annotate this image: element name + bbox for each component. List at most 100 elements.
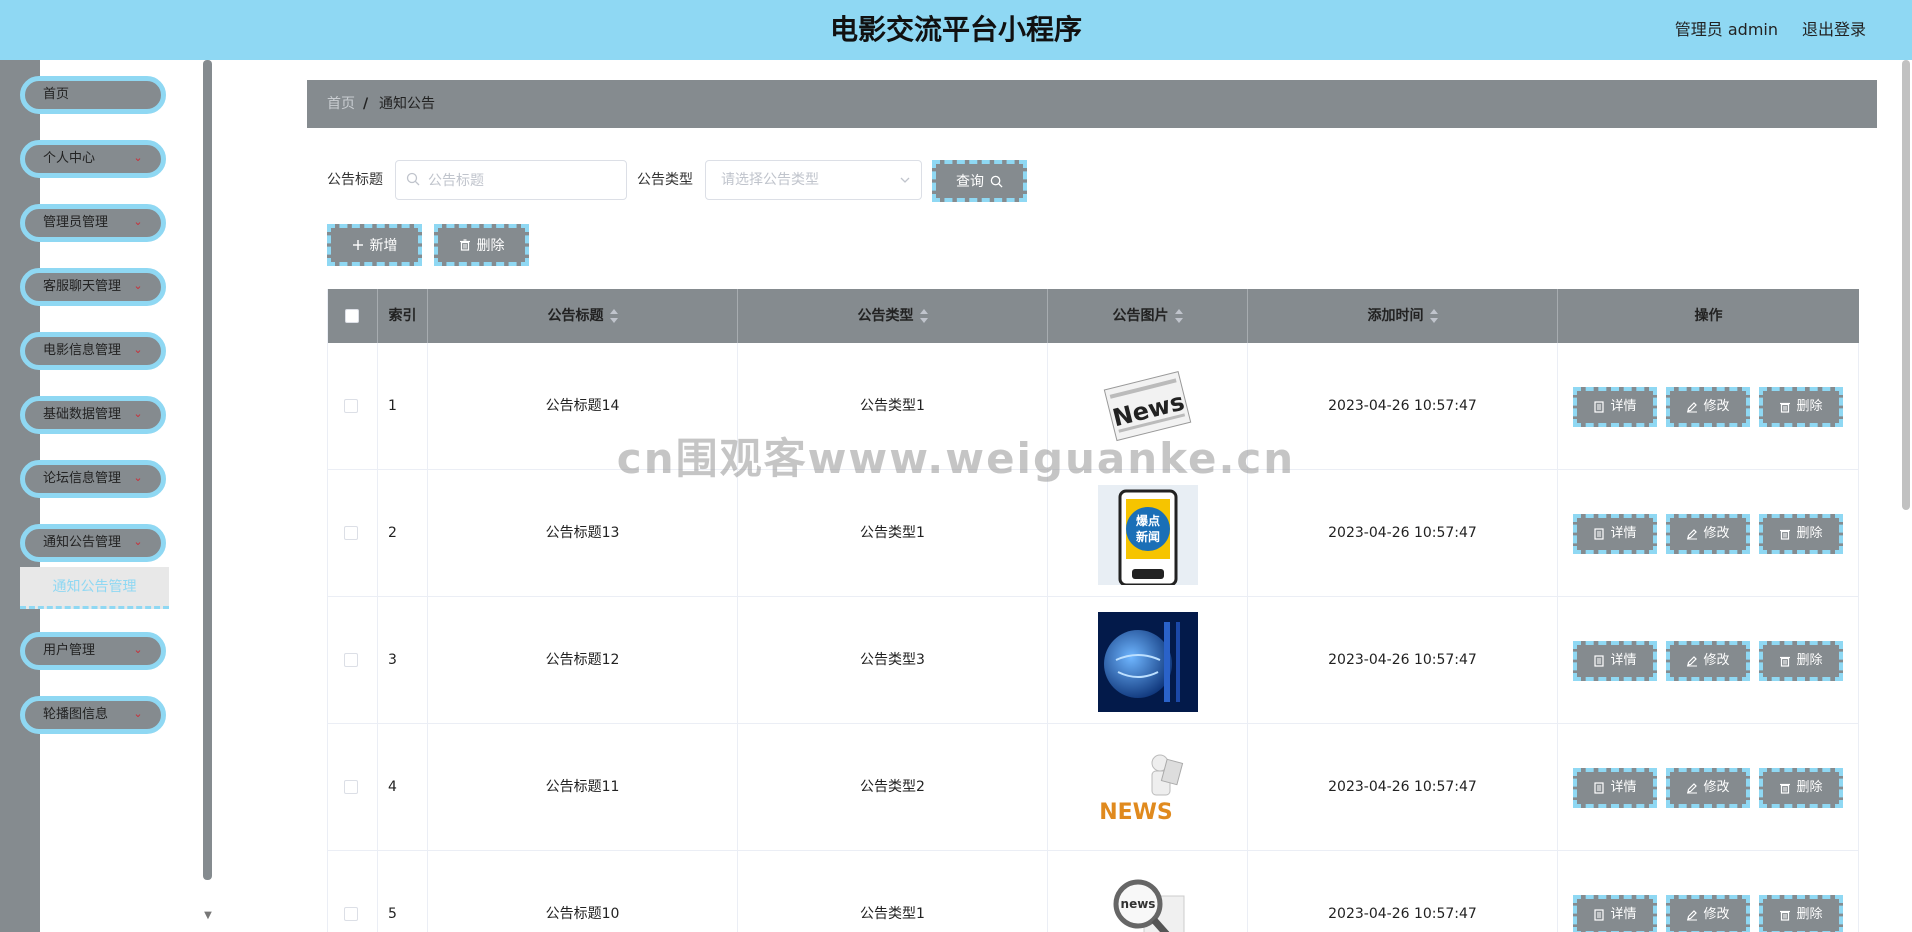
- edit-button[interactable]: 修改: [1666, 641, 1750, 681]
- detail-button[interactable]: 详情: [1573, 641, 1657, 681]
- logout-link[interactable]: 退出登录: [1802, 0, 1866, 60]
- document-icon: [1594, 909, 1605, 921]
- row-checkbox[interactable]: [344, 780, 358, 794]
- chevron-down-icon: ⌄: [133, 279, 143, 292]
- column-image[interactable]: 公告图片: [1048, 289, 1248, 343]
- news-figure-image[interactable]: NEWS: [1098, 739, 1198, 839]
- edit-button[interactable]: 修改: [1666, 387, 1750, 427]
- row-select-cell: [328, 470, 378, 596]
- title-search-input[interactable]: [426, 161, 620, 201]
- svg-text:爆点: 爆点: [1136, 513, 1160, 528]
- chevron-down-icon: ⌄: [133, 343, 143, 356]
- column-actions-label: 操作: [1694, 308, 1723, 324]
- svg-text:新闻: 新闻: [1136, 529, 1160, 544]
- title-search-field[interactable]: [395, 160, 627, 201]
- sidebar-item-label: 轮播图信息: [43, 707, 109, 722]
- edit-icon: [1687, 783, 1698, 794]
- detail-button[interactable]: 详情: [1573, 768, 1657, 808]
- delete-button[interactable]: 删除: [1759, 387, 1843, 427]
- document-icon: [1594, 528, 1605, 540]
- delete-button-label: 删除: [1796, 653, 1823, 668]
- delete-button[interactable]: 删除: [1759, 641, 1843, 681]
- column-actions: 操作: [1558, 289, 1859, 343]
- row-type: 公告类型1: [738, 470, 1048, 596]
- delete-button[interactable]: 删除: [1759, 768, 1843, 808]
- detail-button[interactable]: 详情: [1573, 387, 1657, 427]
- notice-table: 索引 公告标题 公告类型 公告图片 添加时间 操作 1 公告标题14 公告类型1…: [327, 289, 1859, 932]
- row-checkbox[interactable]: [344, 399, 358, 413]
- column-title[interactable]: 公告标题: [428, 289, 738, 343]
- edit-button-label: 修改: [1703, 526, 1730, 541]
- row-checkbox[interactable]: [344, 526, 358, 540]
- row-actions-group: 详情 修改 删除: [1558, 597, 1858, 723]
- row-title: 公告标题13: [428, 470, 738, 596]
- sort-icon[interactable]: [1174, 309, 1183, 323]
- detail-button-label: 详情: [1610, 653, 1637, 668]
- row-actions-group: 详情 修改 删除: [1558, 470, 1858, 596]
- edit-button[interactable]: 修改: [1666, 514, 1750, 554]
- breaking-news-phone-image[interactable]: 爆点 新闻: [1098, 485, 1198, 587]
- trash-icon: [1780, 910, 1791, 921]
- edit-icon: [1687, 656, 1698, 667]
- top-bar: 电影交流平台小程序 管理员 admin 退出登录: [0, 0, 1912, 60]
- query-button[interactable]: 查询: [932, 160, 1027, 202]
- row-checkbox[interactable]: [344, 907, 358, 921]
- delete-button[interactable]: 删除: [1759, 514, 1843, 554]
- detail-button[interactable]: 详情: [1573, 514, 1657, 554]
- sidebar-item-admin-management[interactable]: 管理员管理 ⌄: [20, 204, 166, 242]
- row-actions: 详情 修改 删除: [1558, 851, 1859, 932]
- sidebar-item-user-management[interactable]: 用户管理 ⌄: [20, 632, 166, 670]
- delete-button-label: 删除: [1796, 780, 1823, 795]
- sidebar-item-movie-info[interactable]: 电影信息管理 ⌄: [20, 332, 166, 370]
- globe-news-image[interactable]: [1098, 612, 1198, 712]
- trash-icon: [459, 239, 470, 251]
- column-time[interactable]: 添加时间: [1248, 289, 1558, 343]
- sort-icon[interactable]: [609, 309, 618, 323]
- search-icon: [406, 172, 420, 186]
- row-checkbox[interactable]: [344, 653, 358, 667]
- delete-button[interactable]: 删除: [1759, 895, 1843, 932]
- search-icon: [990, 175, 1003, 188]
- batch-delete-button[interactable]: 删除: [434, 224, 529, 266]
- row-type: 公告类型2: [738, 724, 1048, 850]
- row-index: 2: [378, 470, 428, 596]
- row-image-cell: NEWS: [1048, 724, 1248, 850]
- select-all-checkbox[interactable]: [345, 309, 359, 323]
- sidebar-item-carousel[interactable]: 轮播图信息 ⌄: [20, 696, 166, 734]
- edit-button[interactable]: 修改: [1666, 895, 1750, 932]
- row-actions: 详情 修改 删除: [1558, 724, 1859, 850]
- chevron-down-icon: ⌄: [133, 215, 143, 228]
- sort-icon[interactable]: [1429, 309, 1438, 323]
- column-type[interactable]: 公告类型: [738, 289, 1048, 343]
- type-select[interactable]: 请选择公告类型: [705, 160, 922, 200]
- detail-button[interactable]: 详情: [1573, 895, 1657, 932]
- table-row: 2 公告标题13 公告类型1 爆点 新闻 2023-04-26 10:57:47 …: [328, 470, 1859, 597]
- edit-button-label: 修改: [1703, 907, 1730, 922]
- document-icon: [1594, 782, 1605, 794]
- edit-icon: [1687, 402, 1698, 413]
- row-type: 公告类型1: [738, 851, 1048, 932]
- sort-icon[interactable]: [919, 309, 928, 323]
- add-button[interactable]: 新增: [327, 224, 422, 266]
- sidebar-item-personal-center[interactable]: 个人中心 ⌄: [20, 140, 166, 178]
- table-row: 5 公告标题10 公告类型1 news 2023-04-26 10:57:47 …: [328, 851, 1859, 932]
- sidebar-item-home[interactable]: 首页: [20, 76, 166, 114]
- magnifier-news-image[interactable]: news: [1098, 866, 1198, 932]
- plus-icon: [352, 240, 363, 250]
- row-title: 公告标题12: [428, 597, 738, 723]
- row-index: 5: [378, 851, 428, 932]
- edit-button-label: 修改: [1703, 653, 1730, 668]
- edit-button[interactable]: 修改: [1666, 768, 1750, 808]
- trash-icon: [1780, 529, 1791, 540]
- column-time-label: 添加时间: [1367, 308, 1424, 324]
- edit-button-label: 修改: [1703, 780, 1730, 795]
- sidebar-item-label: 电影信息管理: [43, 343, 122, 358]
- scroll-down-arrow-icon[interactable]: ▼: [202, 910, 214, 922]
- sidebar-subitem-notice-management[interactable]: 通知公告管理: [20, 567, 169, 609]
- row-select-cell: [328, 851, 378, 932]
- sidebar-item-customer-chat[interactable]: 客服聊天管理 ⌄: [20, 268, 166, 306]
- type-select-placeholder: 请选择公告类型: [721, 172, 819, 188]
- breadcrumb-home[interactable]: 首页: [327, 80, 355, 128]
- sidebar-item-notice-management[interactable]: 通知公告管理 ⌄: [20, 524, 166, 562]
- column-image-label: 公告图片: [1112, 308, 1169, 324]
